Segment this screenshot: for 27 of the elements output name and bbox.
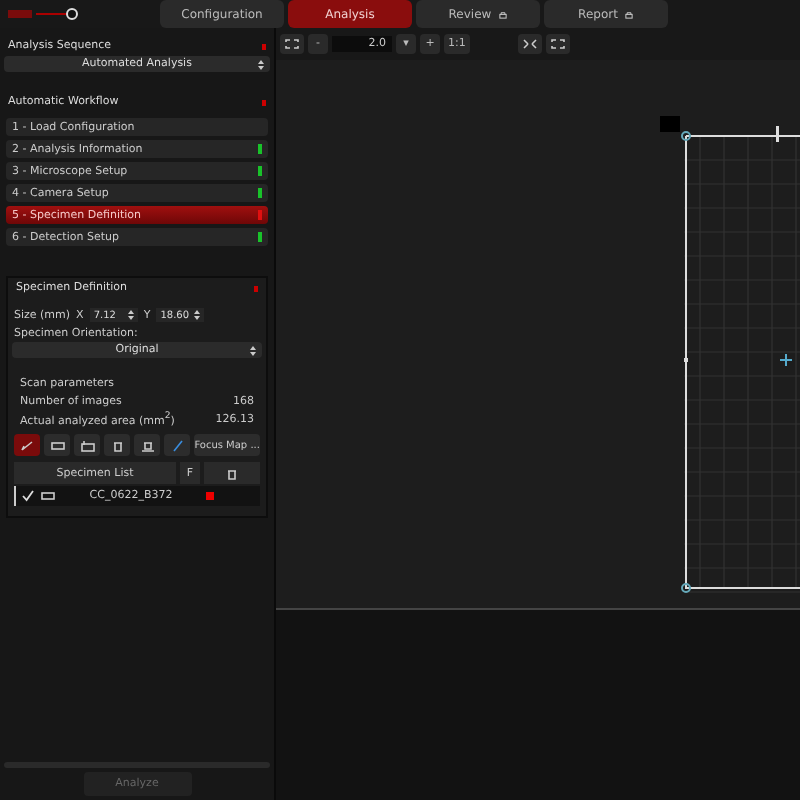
trash-icon bbox=[109, 439, 126, 451]
pen-icon bbox=[169, 439, 186, 451]
rectangle-icon bbox=[40, 490, 56, 502]
trash-icon bbox=[139, 439, 156, 451]
updown-icon bbox=[250, 345, 256, 355]
rectangle-icon bbox=[49, 439, 66, 451]
expand-icon bbox=[521, 38, 538, 50]
trash-icon bbox=[224, 467, 240, 479]
fullscreen-icon bbox=[549, 38, 566, 50]
delete-button[interactable] bbox=[204, 462, 260, 484]
pen-button[interactable] bbox=[164, 434, 191, 456]
checkbox[interactable] bbox=[22, 490, 34, 502]
updown-icon bbox=[194, 310, 201, 320]
pencil-icon bbox=[19, 439, 36, 451]
add-button[interactable] bbox=[74, 434, 101, 456]
fit-icon bbox=[284, 38, 300, 50]
updown-icon bbox=[258, 59, 264, 69]
status-icon bbox=[206, 492, 214, 500]
draw-tool-button[interactable] bbox=[14, 434, 41, 456]
delete-all-button[interactable] bbox=[134, 434, 161, 456]
fullscreen-button[interactable] bbox=[545, 34, 570, 54]
expand-button[interactable] bbox=[517, 34, 542, 54]
rectangle-button[interactable] bbox=[44, 434, 71, 456]
fit-button[interactable] bbox=[280, 34, 304, 54]
delete-button[interactable] bbox=[104, 434, 131, 456]
frame-icon bbox=[79, 439, 96, 451]
updown-icon bbox=[127, 310, 134, 320]
